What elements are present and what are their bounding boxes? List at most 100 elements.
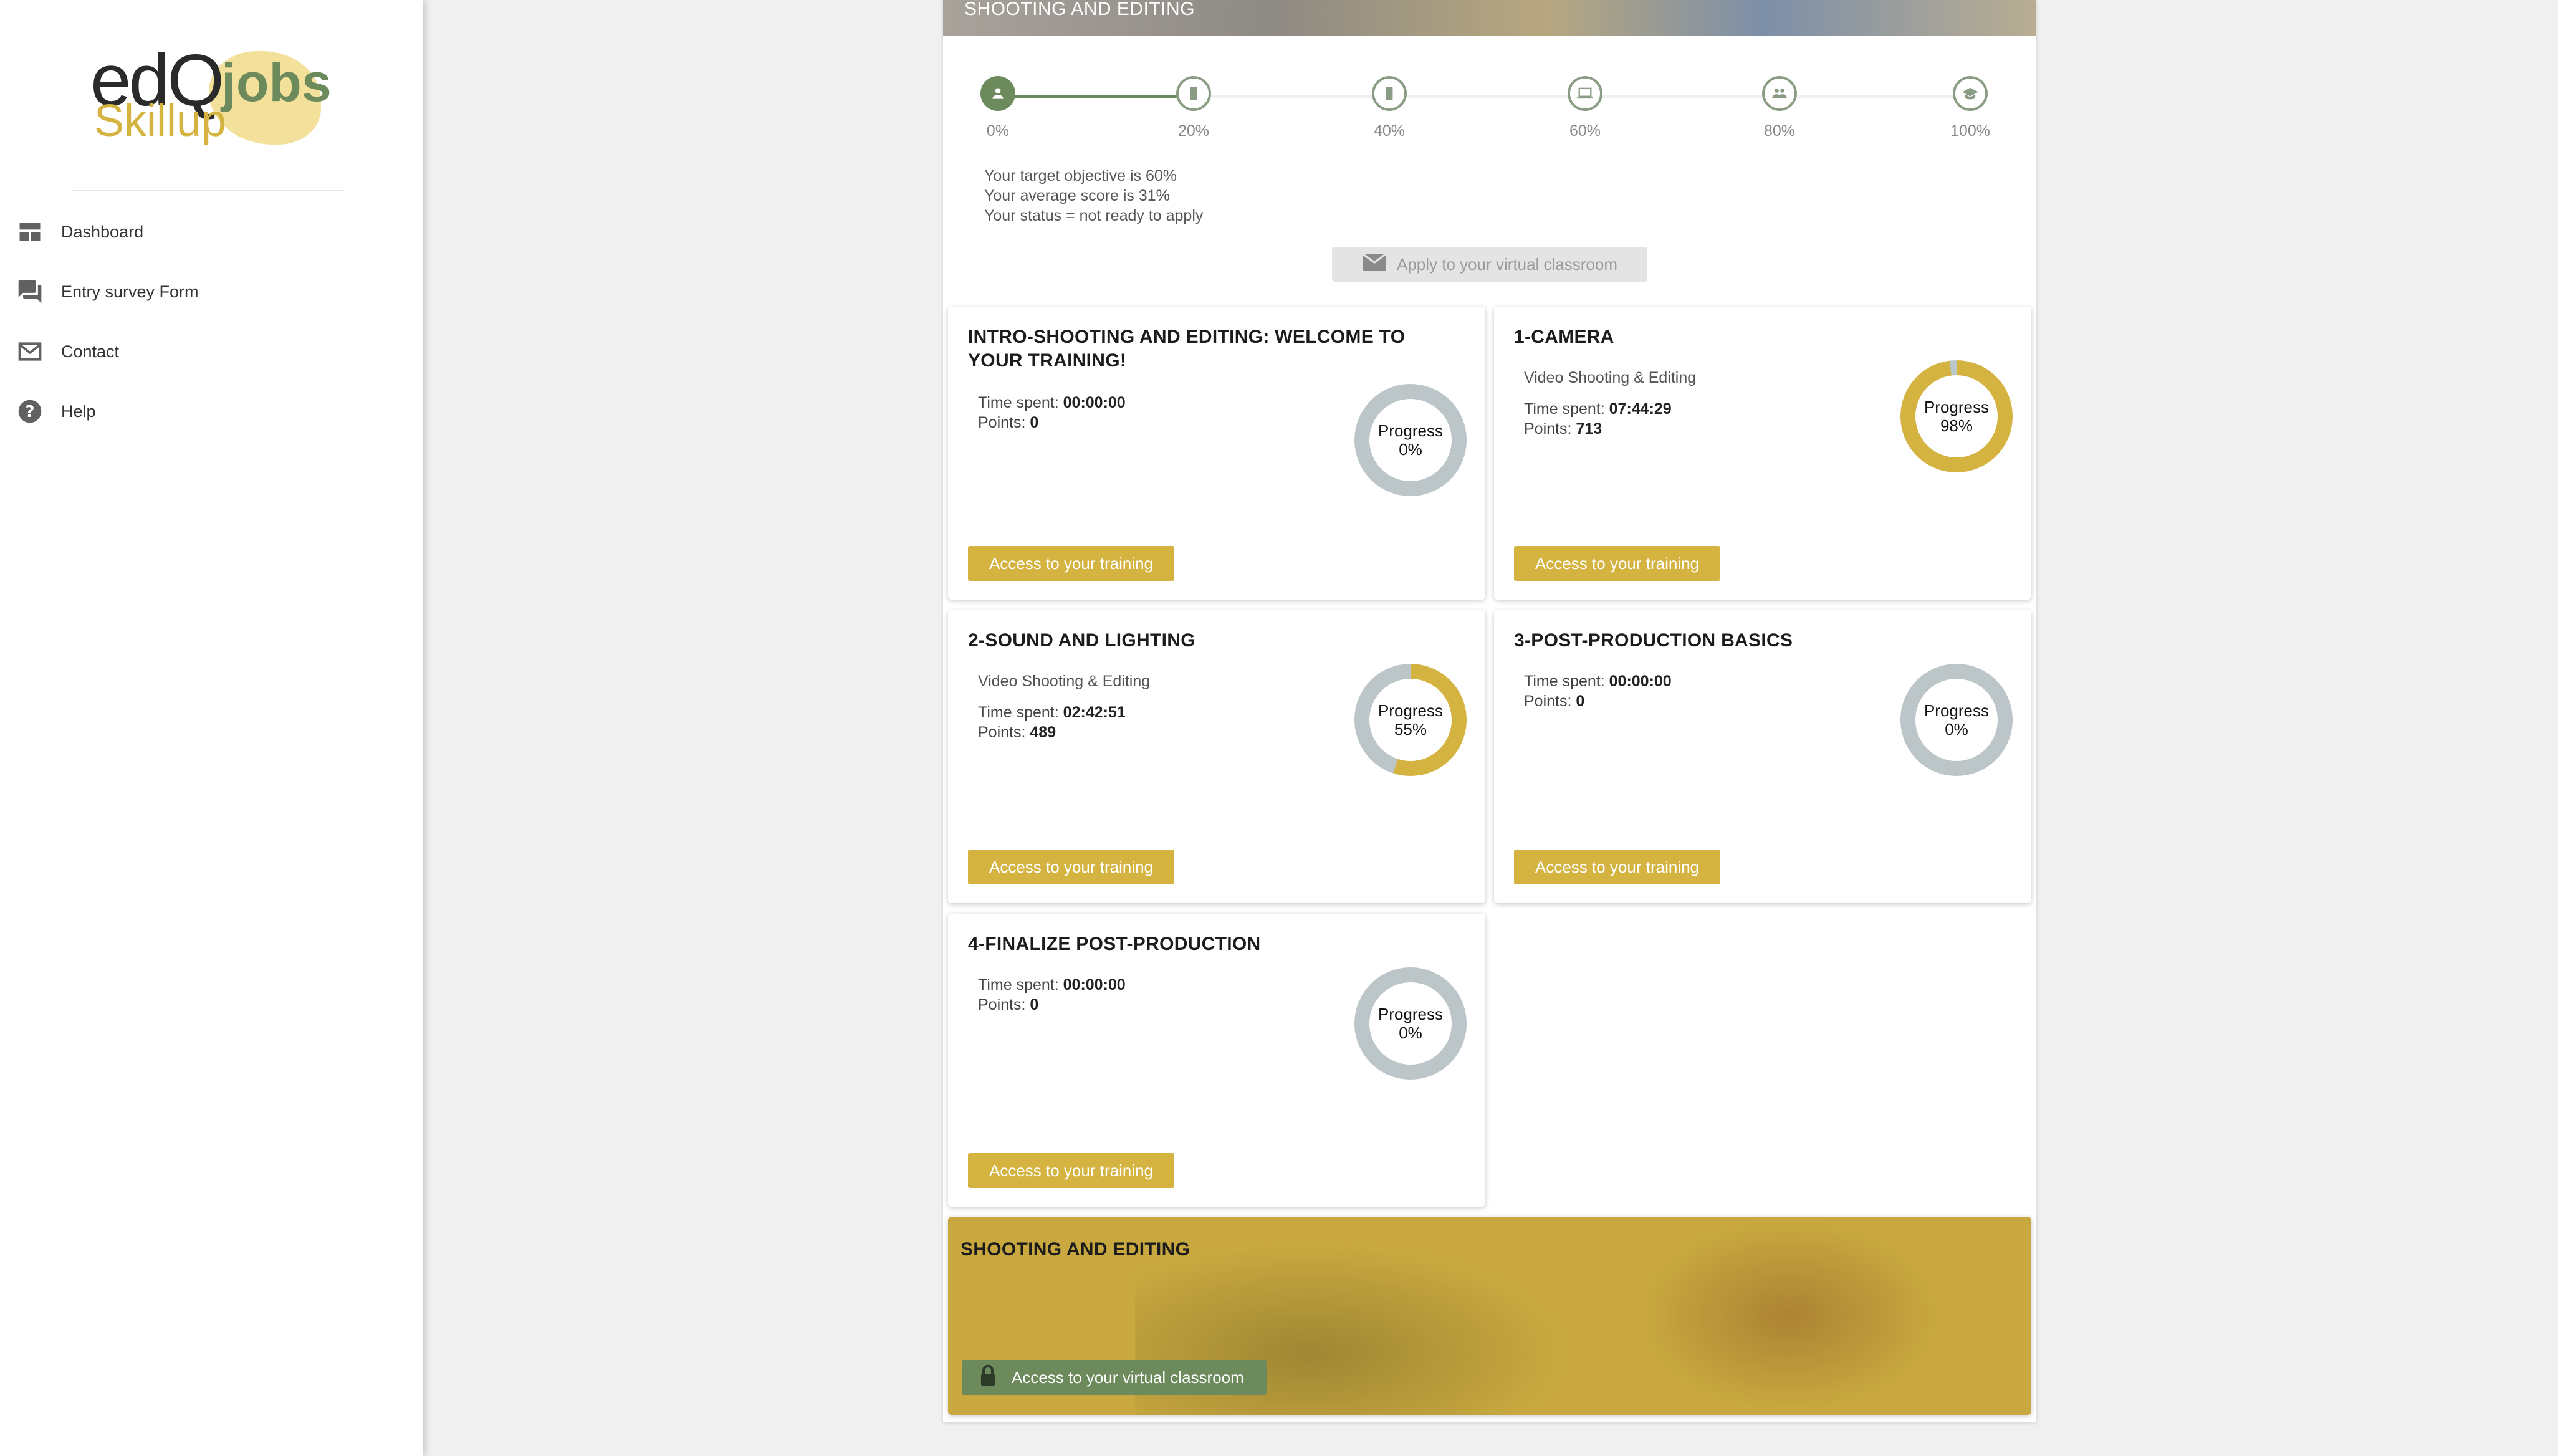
course-title: 1-CAMERA (1514, 327, 1614, 347)
dashboard-icon (16, 218, 44, 246)
points-value: 489 (1030, 724, 1056, 741)
points-label: Points: (1524, 420, 1572, 438)
points-value: 0 (1030, 414, 1039, 431)
progress-value: 0% (1945, 720, 1968, 739)
group-icon (1762, 76, 1797, 111)
mail-icon (1362, 252, 1387, 277)
progress-donut-center: Progress 55% (1369, 679, 1452, 761)
course-info: Video Shooting & Editing Time spent: 07:… (1524, 368, 1696, 439)
course-title: 4-FINALIZE POST-PRODUCTION (968, 934, 1261, 954)
step-100: 100% (1933, 76, 2008, 140)
help-icon: ? (16, 398, 44, 425)
time-spent-value: 02:42:51 (1063, 704, 1126, 721)
step-label: 60% (1569, 122, 1601, 140)
time-spent-label: Time spent: (978, 394, 1059, 411)
time-spent-label: Time spent: (1524, 673, 1605, 690)
progress-label: Progress (1377, 1005, 1444, 1023)
forum-icon (16, 278, 44, 305)
course-info: Time spent: 00:00:00 Points: 0 (978, 393, 1126, 433)
course-subtitle: Video Shooting & Editing (978, 673, 1151, 690)
progress-donut: Progress 55% (1354, 664, 1467, 776)
graduation-cap-icon (1953, 76, 1988, 111)
sidebar-divider (72, 190, 344, 191)
time-spent-label: Time spent: (978, 976, 1059, 994)
apply-virtual-classroom-button[interactable]: Apply to your virtual classroom (1332, 247, 1647, 282)
access-training-button[interactable]: Access to your training (1514, 546, 1721, 581)
step-label: 80% (1763, 122, 1796, 140)
progress-value: 55% (1394, 720, 1427, 739)
progress-donut-center: Progress 0% (1369, 982, 1452, 1065)
sidebar-item-label: Help (61, 401, 96, 421)
access-training-button[interactable]: Access to your training (968, 546, 1175, 581)
course-card-camera: 1-CAMERA Video Shooting & Editing Time s… (1494, 307, 2031, 600)
time-spent-label: Time spent: (978, 704, 1059, 721)
step-label: 0% (986, 122, 1010, 140)
lock-icon (979, 1364, 997, 1391)
progress-value: 0% (1399, 440, 1422, 459)
phone-icon (1176, 76, 1211, 111)
progress-donut-center: Progress 98% (1915, 375, 1998, 457)
progress-label: Progress (1377, 701, 1444, 720)
sidebar-item-help[interactable]: ? Help (0, 381, 423, 441)
course-card-sound-lighting: 2-SOUND AND LIGHTING Video Shooting & Ed… (948, 610, 1485, 903)
progress-label: Progress (1377, 421, 1444, 440)
sidebar-item-contact[interactable]: Contact (0, 322, 423, 381)
course-info: Time spent: 00:00:00 Points: 0 (1524, 671, 1672, 711)
course-card-post-production-basics: 3-POST-PRODUCTION BASICS Time spent: 00:… (1494, 610, 2031, 903)
sidebar-item-dashboard[interactable]: Dashboard (0, 202, 423, 262)
time-spent-label: Time spent: (1524, 400, 1605, 418)
points-label: Points: (978, 414, 1026, 431)
virtual-classroom-banner: SHOOTING AND EDITING Access to your virt… (948, 1217, 2031, 1415)
classroom-title: SHOOTING AND EDITING (960, 1239, 1190, 1260)
step-label: 100% (1950, 122, 1990, 140)
access-virtual-classroom-button[interactable]: Access to your virtual classroom (962, 1360, 1267, 1395)
time-spent-value: 00:00:00 (1063, 394, 1126, 411)
sidebar-item-label: Dashboard (61, 222, 144, 241)
points-value: 0 (1030, 996, 1039, 1013)
time-spent-value: 07:44:29 (1609, 400, 1672, 418)
progress-donut-center: Progress 0% (1915, 679, 1998, 761)
access-training-button[interactable]: Access to your training (1514, 850, 1721, 884)
step-40: 40% (1352, 76, 1427, 140)
status-text: Your status = not ready to apply (984, 207, 1204, 224)
target-objective-text: Your target objective is 60% (984, 167, 1177, 184)
step-80: 80% (1742, 76, 1817, 140)
svg-text:?: ? (26, 403, 35, 421)
course-info: Time spent: 00:00:00 Points: 0 (978, 975, 1126, 1015)
step-60: 60% (1548, 76, 1622, 140)
course-title: 3-POST-PRODUCTION BASICS (1514, 630, 1793, 651)
points-label: Points: (978, 996, 1026, 1013)
phone-icon (1372, 76, 1407, 111)
access-training-button[interactable]: Access to your training (968, 850, 1175, 884)
logo-jobs-text: jobs (221, 53, 332, 113)
step-label: 40% (1373, 122, 1406, 140)
mail-icon (16, 338, 44, 365)
progress-value: 98% (1940, 416, 1973, 435)
person-icon (980, 76, 1015, 111)
points-label: Points: (978, 724, 1026, 741)
course-info: Video Shooting & Editing Time spent: 02:… (978, 671, 1150, 742)
main-panel: SHOOTING AND EDITING 0% 20% 40% 60% 80% … (943, 0, 2036, 1422)
objectives-summary: Your target objective is 60% Your averag… (984, 166, 1203, 226)
course-card-finalize-post-production: 4-FINALIZE POST-PRODUCTION Time spent: 0… (948, 914, 1485, 1207)
average-score-text: Your average score is 31% (984, 187, 1170, 204)
access-training-button[interactable]: Access to your training (968, 1153, 1175, 1188)
header-banner: SHOOTING AND EDITING (943, 0, 2036, 36)
progress-donut-center: Progress 0% (1369, 399, 1452, 481)
page-title: SHOOTING AND EDITING (964, 0, 1195, 19)
points-label: Points: (1524, 692, 1572, 710)
step-label: 20% (1177, 122, 1210, 140)
step-20: 20% (1156, 76, 1231, 140)
progress-value: 0% (1399, 1023, 1422, 1042)
progress-donut: Progress 98% (1900, 360, 2013, 472)
progress-donut: Progress 0% (1354, 967, 1467, 1080)
points-value: 0 (1576, 692, 1585, 710)
progress-label: Progress (1923, 701, 1990, 720)
sidebar-item-entry-survey[interactable]: Entry survey Form (0, 262, 423, 322)
progress-donut: Progress 0% (1900, 664, 2013, 776)
step-0: 0% (960, 76, 1035, 140)
laptop-icon (1568, 76, 1602, 111)
edq-skillup-jobs-logo[interactable]: edQ jobs Skillup (90, 44, 333, 150)
sidebar-item-label: Entry survey Form (61, 282, 199, 301)
classroom-button-label: Access to your virtual classroom (1012, 1367, 1244, 1387)
